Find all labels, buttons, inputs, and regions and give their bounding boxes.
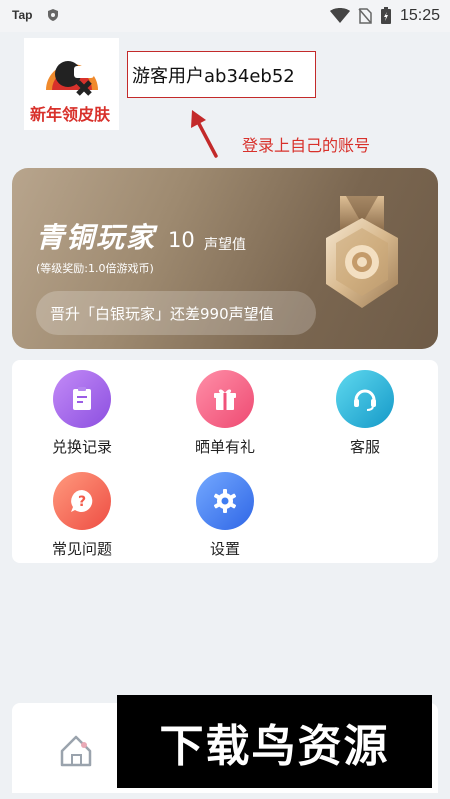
bronze-medal-icon [326,196,398,308]
shield-icon [48,9,58,21]
avatar-text: 新年领皮肤 [30,105,111,124]
annotation-arrow-icon [191,110,218,158]
home-icon[interactable] [56,731,96,771]
menu-item-customer-service[interactable]: 客服 [315,364,415,460]
question-bubble-icon: ? [53,472,111,530]
svg-text:?: ? [78,494,86,510]
annotation-hint: 登录上自己的账号 [242,136,371,155]
level-points: 10 [168,228,195,252]
menu-label: 兑换记录 [51,438,112,456]
battery-icon [380,7,391,24]
status-bar: Tap 15:25 [0,0,450,32]
status-time: 15:25 [399,7,440,24]
menu-grid: 兑换记录 晒单有礼 客服 ? 常见问题 设置 [12,360,438,563]
menu-label: 设置 [209,540,240,558]
gift-icon [196,370,254,428]
level-card[interactable]: 青铜玩家 10 声望值 (等级奖励:1.0倍游戏币) 晋升「白银玩家」还差990… [12,168,438,349]
menu-item-faq[interactable]: ? 常见问题 [32,466,132,562]
level-upgrade-text: 晋升「白银玩家」还差990声望值 [50,304,274,323]
menu-label: 客服 [349,438,380,456]
level-name: 青铜玩家 [36,221,157,254]
menu-item-redeem-records[interactable]: 兑换记录 [32,364,132,460]
menu-label: 常见问题 [51,540,112,558]
watermark-text: 下载鸟资源 [159,720,390,772]
menu-label: 晒单有礼 [194,438,255,456]
status-right-group: 15:25 [329,5,440,27]
wifi-icon [329,8,350,23]
gear-icon [196,472,254,530]
level-upgrade-pill: 晋升「白银玩家」还差990声望值 [36,291,316,335]
headset-icon [336,370,394,428]
username-text: 游客用户ab34eb52 [132,65,295,87]
username-field[interactable]: 游客用户ab34eb52 [127,51,316,98]
status-app-label: Tap [12,8,33,22]
no-sim-icon [358,8,372,24]
menu-item-settings[interactable]: 设置 [175,466,275,562]
level-reward: (等级奖励:1.0倍游戏币) [36,262,154,275]
watermark-banner: 下载鸟资源 [117,695,432,788]
avatar-image: 新年领皮肤 [24,38,119,130]
avatar[interactable]: 新年领皮肤 [24,38,119,130]
level-points-unit: 声望值 [204,237,246,253]
clipboard-edit-icon [53,370,111,428]
menu-item-share-gift[interactable]: 晒单有礼 [175,364,275,460]
